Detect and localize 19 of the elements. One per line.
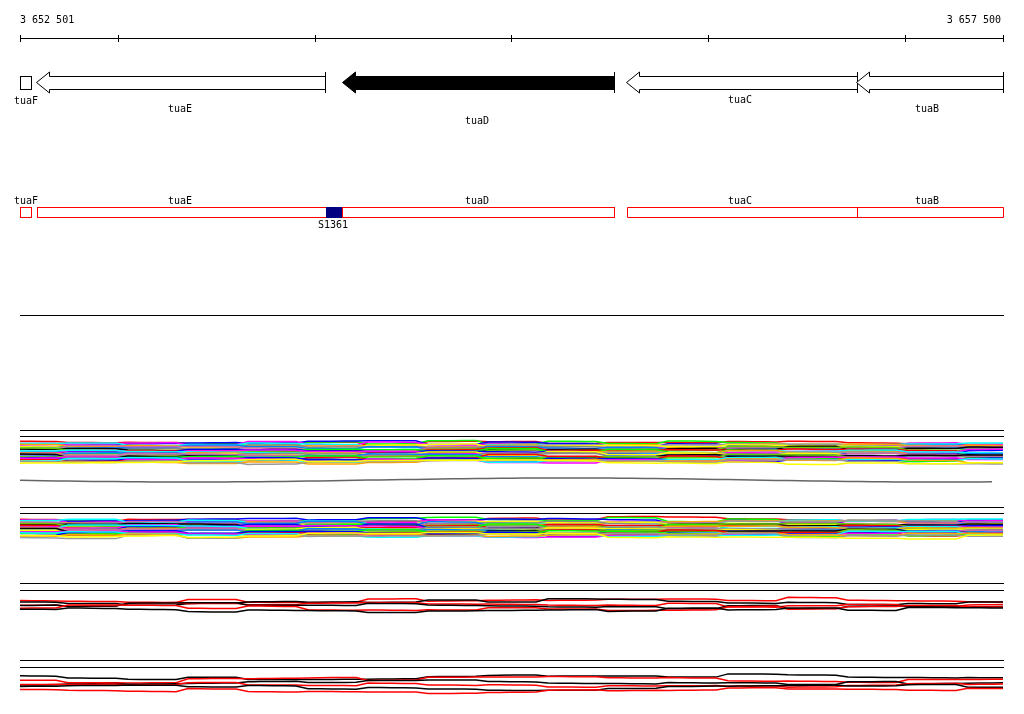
feature-bar[interactable] [37, 207, 615, 218]
feature-label: tuaD [464, 195, 490, 206]
ruler-start-label: 3 652 501 [20, 14, 75, 25]
gene-arrow[interactable] [856, 71, 1004, 94]
feature-label: tuaE [167, 195, 193, 206]
feature-label: tuaB [914, 195, 940, 206]
feature-label: tuaF [13, 195, 39, 206]
gene-label: tuaF [13, 95, 39, 106]
gene-label: tuaD [464, 115, 490, 126]
feature-label: tuaC [727, 195, 753, 206]
gene-label: tuaC [727, 94, 753, 105]
gene-arrow[interactable] [36, 71, 326, 94]
gene-label: tuaB [914, 103, 940, 114]
gene-arrow[interactable] [626, 71, 858, 94]
ruler-end-label: 3 657 500 [946, 14, 1001, 25]
gene-box[interactable] [20, 76, 32, 90]
gene-label: tuaE [167, 103, 193, 114]
gene-arrow[interactable] [342, 71, 615, 94]
segment-label: S1361 [317, 219, 349, 230]
